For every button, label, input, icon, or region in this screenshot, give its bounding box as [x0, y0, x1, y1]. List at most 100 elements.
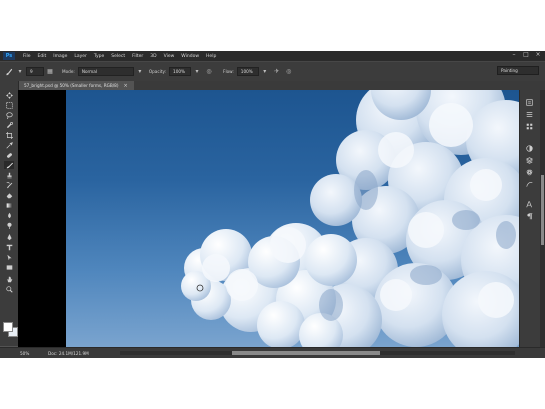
- document-tab[interactable]: 57_bright.psd @ 50% (Smaller forms, RGB/…: [18, 81, 134, 90]
- vertical-scrollbar[interactable]: [540, 90, 545, 347]
- brush-panel-icon[interactable]: ▦: [46, 68, 54, 76]
- close-tab-icon[interactable]: ×: [123, 83, 127, 89]
- status-bar: 50% Doc: 24.1M/121.9M: [0, 347, 545, 358]
- eyedropper-icon: [5, 141, 13, 149]
- history-brush-icon: [6, 181, 12, 188]
- opacity-field[interactable]: 100%: [169, 67, 192, 76]
- eraser-icon: [6, 192, 12, 198]
- adjustments-icon: [525, 144, 533, 152]
- dropdown-arrow-icon[interactable]: ▾: [136, 68, 144, 76]
- zoom-tool[interactable]: [4, 285, 14, 293]
- airbrush-icon[interactable]: ✈: [273, 68, 281, 76]
- clone-stamp-tool[interactable]: [4, 171, 14, 179]
- menu-bar: Ps File Edit Image Layer Type Select Fil…: [0, 51, 545, 61]
- document-title: 57_bright.psd @ 50% (Smaller forms, RGB/…: [24, 83, 119, 88]
- foreground-color-swatch[interactable]: [3, 322, 13, 332]
- zoom-icon: [5, 285, 13, 293]
- blur-icon: [7, 212, 11, 218]
- move-tool[interactable]: [4, 91, 14, 99]
- dropdown-arrow-icon[interactable]: ▾: [261, 68, 269, 76]
- minimize-button[interactable]: –: [511, 52, 517, 58]
- menu-type[interactable]: Type: [94, 54, 104, 59]
- paragraph-icon: [526, 212, 532, 219]
- brush-size-value: 9: [30, 69, 33, 74]
- type-icon: [6, 244, 12, 250]
- pressure-opacity-icon[interactable]: ◎: [205, 68, 213, 76]
- layers-panel-button[interactable]: [525, 156, 533, 164]
- maximize-button[interactable]: □: [523, 52, 529, 58]
- paragraph-panel-button[interactable]: [525, 212, 533, 220]
- menu-filter[interactable]: Filter: [132, 54, 143, 59]
- mode-select[interactable]: Normal: [77, 67, 134, 76]
- menu-edit[interactable]: Edit: [38, 54, 47, 59]
- quick-select-icon: [6, 121, 13, 128]
- dropdown-arrow-icon[interactable]: ▾: [16, 68, 24, 76]
- history-icon: [525, 98, 533, 106]
- quick-select-tool[interactable]: [4, 121, 14, 129]
- crop-tool[interactable]: [4, 131, 14, 139]
- menu-3d[interactable]: 3D: [150, 54, 156, 59]
- character-panel-button[interactable]: [525, 200, 533, 208]
- brush-size-picker[interactable]: 9: [26, 67, 44, 76]
- menu-help[interactable]: Help: [206, 54, 216, 59]
- character-icon: [525, 200, 532, 207]
- marquee-tool[interactable]: [4, 101, 14, 109]
- swatches-panel-button[interactable]: [525, 122, 533, 130]
- channels-icon: [526, 169, 532, 175]
- flow-label: Flow:: [223, 69, 234, 74]
- swatches-icon: [526, 123, 532, 129]
- menu-image[interactable]: Image: [53, 54, 67, 59]
- eraser-tool[interactable]: [4, 191, 14, 199]
- eyedropper-tool[interactable]: [4, 141, 14, 149]
- rectangle-icon: [6, 264, 12, 270]
- marquee-icon: [5, 101, 13, 109]
- menu-layer[interactable]: Layer: [74, 54, 87, 59]
- dodge-icon: [6, 222, 12, 229]
- brush-tool[interactable]: [4, 161, 14, 169]
- document-info[interactable]: Doc: 24.1M/121.9M: [48, 351, 89, 356]
- document-canvas[interactable]: [66, 90, 519, 347]
- lasso-tool[interactable]: [4, 111, 14, 119]
- cloud-painting: [181, 90, 519, 347]
- properties-panel-button[interactable]: [525, 110, 533, 118]
- history-panel-button[interactable]: [525, 98, 533, 106]
- menu-window[interactable]: Window: [181, 54, 199, 59]
- gradient-tool[interactable]: [4, 201, 14, 209]
- pen-tool[interactable]: [4, 233, 14, 241]
- menu-view[interactable]: View: [164, 54, 175, 59]
- opacity-value: 100%: [173, 69, 186, 74]
- workspace-label: Painting: [501, 68, 518, 73]
- document-tab-bar: 57_bright.psd @ 50% (Smaller forms, RGB/…: [0, 81, 545, 90]
- panel-dock: [519, 90, 545, 347]
- hand-icon: [6, 276, 12, 282]
- blur-tool[interactable]: [4, 211, 14, 219]
- vertical-scroll-thumb[interactable]: [541, 175, 544, 245]
- channels-panel-button[interactable]: [525, 168, 533, 176]
- menu-file[interactable]: File: [23, 54, 31, 59]
- dropdown-arrow-icon[interactable]: ▾: [193, 68, 201, 76]
- workspace-switcher[interactable]: Painting: [497, 66, 539, 75]
- layers-icon: [525, 156, 533, 164]
- history-brush-tool[interactable]: [4, 181, 14, 189]
- clone-stamp-icon: [6, 172, 12, 178]
- lasso-icon: [5, 111, 13, 119]
- hand-tool[interactable]: [4, 275, 14, 283]
- adjustments-panel-button[interactable]: [525, 144, 533, 152]
- tool-preset-picker[interactable]: [4, 67, 14, 77]
- horizontal-scrollbar[interactable]: [120, 351, 515, 355]
- photoshop-logo: Ps: [3, 52, 15, 60]
- path-select-tool[interactable]: [4, 253, 14, 261]
- flow-field[interactable]: 100%: [236, 67, 259, 76]
- menu-select[interactable]: Select: [111, 54, 125, 59]
- photoshop-window: Ps File Edit Image Layer Type Select Fil…: [0, 51, 545, 358]
- rectangle-tool[interactable]: [4, 263, 14, 271]
- horizontal-scroll-thumb[interactable]: [232, 351, 380, 355]
- dodge-tool[interactable]: [4, 221, 14, 229]
- zoom-level[interactable]: 50%: [20, 351, 38, 356]
- close-button[interactable]: ×: [535, 52, 541, 58]
- opacity-label: Opacity:: [148, 69, 167, 74]
- pressure-size-icon[interactable]: ◎: [285, 68, 293, 76]
- healing-tool[interactable]: [4, 151, 14, 159]
- paths-panel-button[interactable]: [525, 180, 533, 188]
- type-tool[interactable]: [4, 243, 14, 251]
